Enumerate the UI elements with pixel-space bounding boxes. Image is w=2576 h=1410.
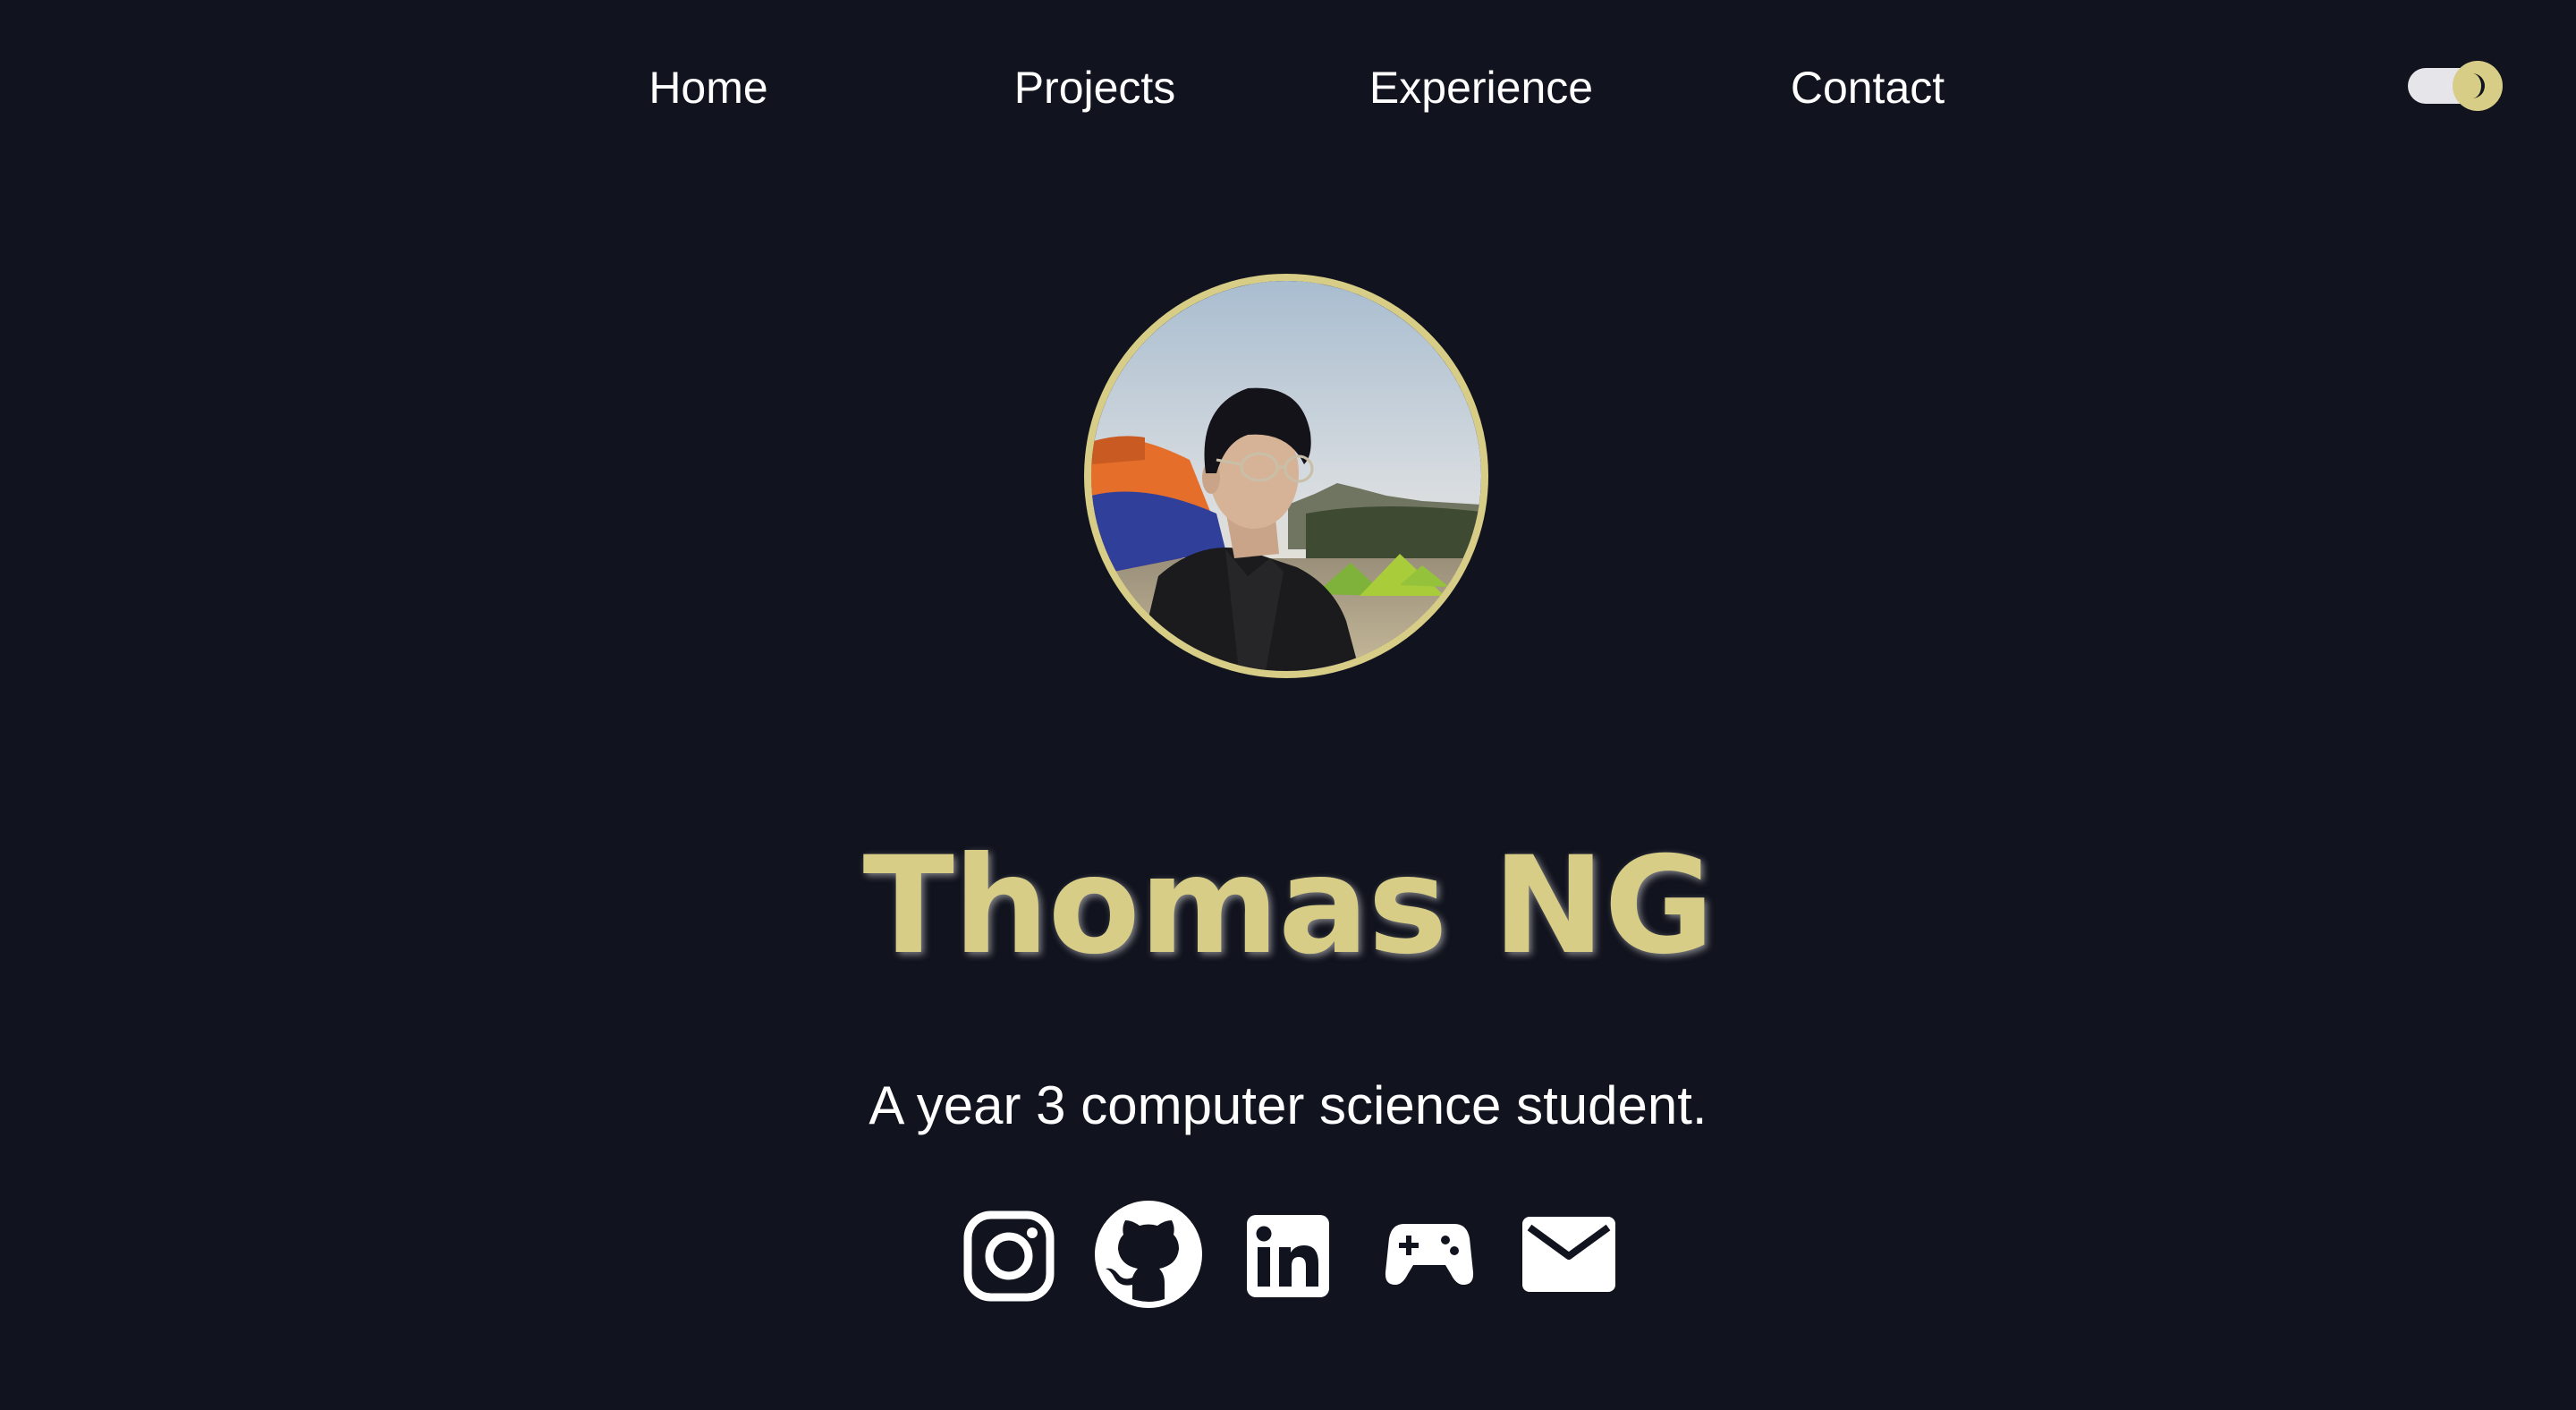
mail-icon xyxy=(1522,1217,1615,1292)
instagram-icon xyxy=(963,1210,1055,1302)
profile-name: Thomas NG xyxy=(862,828,1715,984)
profile-photo xyxy=(1084,274,1488,678)
linkedin-icon xyxy=(1247,1215,1329,1297)
gamepad-link[interactable] xyxy=(1385,1219,1474,1335)
page: Home Projects Experience Contact Thomas … xyxy=(0,0,2576,1410)
nav-experience-link[interactable]: Experience xyxy=(1369,61,1593,115)
gamepad-icon xyxy=(1385,1224,1474,1285)
moon-icon xyxy=(2472,73,2485,98)
profile-tagline: A year 3 computer science student. xyxy=(869,1075,1707,1135)
social-links xyxy=(0,1199,2576,1315)
top-nav: Home Projects Experience Contact xyxy=(0,52,2576,123)
nav-home-link[interactable]: Home xyxy=(648,61,767,115)
theme-toggle-knob xyxy=(2453,61,2503,111)
github-icon xyxy=(1095,1201,1202,1308)
nav-projects-link[interactable]: Projects xyxy=(1014,61,1176,115)
theme-toggle[interactable] xyxy=(2408,61,2504,111)
mail-link[interactable] xyxy=(1522,1217,1615,1333)
github-link[interactable] xyxy=(1093,1199,1204,1315)
instagram-link[interactable] xyxy=(962,1210,1055,1326)
linkedin-link[interactable] xyxy=(1247,1215,1329,1331)
nav-contact-link[interactable]: Contact xyxy=(1791,61,1945,115)
